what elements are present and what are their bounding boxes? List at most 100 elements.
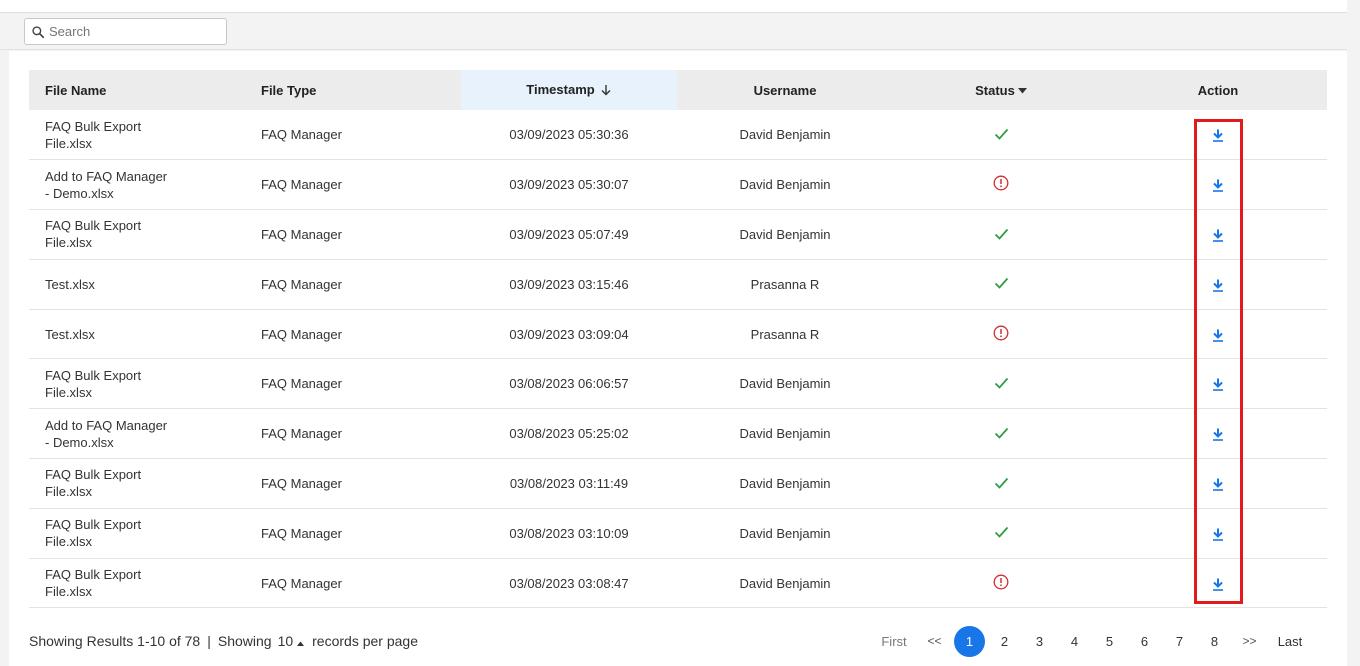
cell-timestamp: 03/09/2023 05:30:36 [509, 127, 629, 143]
check-icon [994, 427, 1009, 442]
cell-status [893, 210, 1109, 260]
cell-file-type: FAQ Manager [261, 226, 342, 242]
records-per-page-select[interactable]: 10 [278, 633, 294, 649]
cell-file-name: Test.xlsx [45, 276, 95, 292]
table-row: FAQ Bulk Export File.xlsx FAQ Manager 03/0… [29, 210, 1327, 260]
cell-timestamp: 03/09/2023 03:15:46 [509, 276, 629, 292]
column-header-file-name: File Name [45, 82, 107, 98]
cell-username: David Benjamin [739, 226, 831, 242]
check-icon [994, 377, 1009, 392]
check-icon [994, 128, 1009, 143]
pagination-page-2[interactable]: 2 [987, 626, 1022, 656]
cell-status [893, 110, 1109, 160]
table-row: FAQ Bulk Export File.xlsx FAQ Manager 03/0… [29, 508, 1327, 559]
per-page-suffix: records per page [312, 633, 418, 649]
pagination-prev[interactable]: << [917, 626, 952, 656]
cell-status [893, 409, 1109, 459]
cell-username: David Benjamin [739, 475, 831, 491]
cell-file-type: FAQ Manager [261, 127, 342, 143]
pagination: First << 12345678 >> Last [871, 625, 1313, 657]
cell-action [1109, 359, 1327, 409]
cell-action [1109, 508, 1327, 558]
cell-file-type: FAQ Manager [261, 575, 342, 591]
cell-file-name: Add to FAQ Manager - Demo.xlsx [45, 168, 168, 201]
error-circle-icon [993, 574, 1009, 593]
download-icon[interactable] [1212, 129, 1224, 142]
cell-timestamp: 03/09/2023 05:07:49 [509, 226, 629, 242]
pagination-page-5[interactable]: 5 [1092, 626, 1127, 656]
table-row: Add to FAQ Manager - Demo.xlsx FAQ Manage… [29, 409, 1327, 459]
results-panel: File Name File Type Timestamp Username S… [9, 51, 1347, 666]
cell-username: David Benjamin [739, 575, 831, 591]
download-icon[interactable] [1212, 179, 1224, 193]
top-bar [0, 0, 1347, 13]
cell-file-name: FAQ Bulk Export File.xlsx [45, 367, 142, 400]
download-icon[interactable] [1212, 279, 1224, 292]
arrow-down-icon [600, 84, 612, 99]
cell-file-name: FAQ Bulk Export File.xlsx [45, 567, 142, 600]
download-icon[interactable] [1212, 329, 1224, 342]
column-header-status[interactable]: Status [893, 70, 1109, 110]
download-icon[interactable] [1212, 578, 1224, 591]
table-row: FAQ Bulk Export File.xlsx FAQ Manager 03/0… [29, 110, 1327, 160]
cell-timestamp: 03/09/2023 03:09:04 [509, 326, 629, 342]
table-row: FAQ Bulk Export File.xlsx FAQ Manager 03/0… [29, 558, 1327, 608]
download-icon[interactable] [1212, 478, 1224, 491]
cell-username: David Benjamin [739, 426, 831, 442]
file-history-table: File Name File Type Timestamp Username S… [29, 70, 1327, 608]
download-icon[interactable] [1212, 378, 1224, 392]
pagination-page-1[interactable]: 1 [954, 625, 985, 657]
download-icon[interactable] [1212, 528, 1224, 541]
cell-file-type: FAQ Manager [261, 376, 342, 392]
caret-down-icon[interactable] [1017, 82, 1027, 97]
cell-file-name: FAQ Bulk Export File.xlsx [45, 118, 142, 151]
cell-username: Prasanna R [750, 326, 820, 342]
pagination-last[interactable]: Last [1267, 626, 1313, 656]
cell-file-name: Add to FAQ Manager - Demo.xlsx [45, 417, 168, 450]
pagination-first[interactable]: First [871, 626, 917, 656]
column-header-file-type: File Type [261, 82, 317, 98]
cell-action [1109, 409, 1327, 459]
table-row: Test.xlsx FAQ Manager 03/09/2023 03:15:46 P… [29, 259, 1327, 310]
search-toolbar [0, 13, 1347, 50]
cell-action [1109, 558, 1327, 608]
cell-timestamp: 03/09/2023 05:30:07 [509, 177, 629, 193]
cell-timestamp: 03/08/2023 06:06:57 [509, 376, 629, 392]
caret-up-icon[interactable] [297, 633, 305, 649]
cell-timestamp: 03/08/2023 05:25:02 [509, 426, 629, 442]
cell-action [1109, 210, 1327, 260]
download-icon[interactable] [1212, 428, 1224, 442]
search-box[interactable] [24, 18, 227, 45]
cell-file-name: FAQ Bulk Export File.xlsx [45, 467, 142, 500]
cell-file-type: FAQ Manager [261, 426, 342, 442]
column-header-timestamp[interactable]: Timestamp [461, 70, 677, 110]
pagination-page-7[interactable]: 7 [1162, 626, 1197, 656]
cell-file-type: FAQ Manager [261, 525, 342, 541]
cell-file-name: Test.xlsx [45, 326, 95, 342]
cell-action [1109, 110, 1327, 160]
pagination-page-4[interactable]: 4 [1057, 626, 1092, 656]
cell-status [893, 558, 1109, 608]
results-summary: Showing Results 1-10 of 78 [29, 633, 201, 649]
cell-file-name: FAQ Bulk Export File.xlsx [45, 218, 142, 251]
cell-username: David Benjamin [739, 177, 831, 193]
table-body: FAQ Bulk Export File.xlsx FAQ Manager 03/0… [29, 110, 1327, 608]
pagination-page-8[interactable]: 8 [1197, 626, 1232, 656]
check-icon [994, 526, 1009, 541]
pagination-next[interactable]: >> [1232, 626, 1267, 656]
search-input[interactable] [49, 24, 219, 39]
cell-status [893, 459, 1109, 509]
check-icon [994, 277, 1009, 292]
download-icon[interactable] [1212, 229, 1224, 242]
showing-label: Showing [217, 633, 272, 649]
cell-action [1109, 160, 1327, 210]
cell-file-type: FAQ Manager [261, 177, 342, 193]
timestamp-header-label: Timestamp [526, 81, 595, 97]
table-row: Test.xlsx FAQ Manager 03/09/2023 03:09:04 P… [29, 309, 1327, 359]
pagination-page-6[interactable]: 6 [1127, 626, 1162, 656]
cell-file-type: FAQ Manager [261, 475, 342, 491]
cell-status [893, 359, 1109, 409]
pagination-page-3[interactable]: 3 [1022, 626, 1057, 656]
table-header-row: File Name File Type Timestamp Username S… [29, 70, 1327, 110]
cell-status [893, 508, 1109, 558]
